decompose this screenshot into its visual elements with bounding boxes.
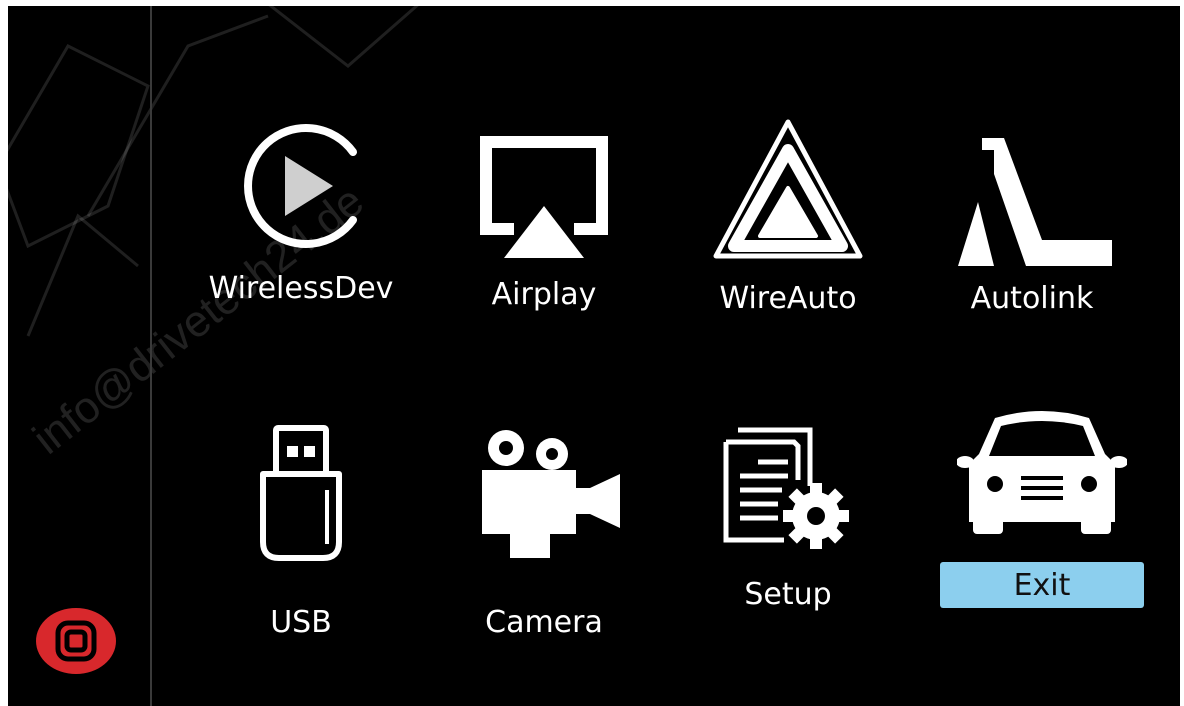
- document-gear-icon: [723, 427, 849, 549]
- video-camera-icon: [482, 430, 620, 558]
- app-label: Airplay: [491, 277, 597, 312]
- app-usb[interactable]: USB: [186, 424, 416, 638]
- app-launcher-screen: info@drivetech24.de WirelessDev Airplay …: [8, 6, 1180, 706]
- app-wirelessdev[interactable]: WirelessDev: [186, 116, 416, 304]
- app-wireauto[interactable]: WireAuto: [673, 116, 903, 314]
- home-icon: [55, 620, 97, 662]
- sidebar-divider: [150, 6, 152, 706]
- exit-button[interactable]: Exit: [940, 562, 1144, 608]
- android-auto-icon: [713, 119, 863, 259]
- app-camera[interactable]: Camera: [429, 424, 659, 638]
- app-airplay[interactable]: Airplay: [429, 134, 659, 310]
- app-label: USB: [270, 605, 332, 640]
- app-label: Autolink: [970, 281, 1094, 316]
- app-label: WirelessDev: [208, 271, 394, 306]
- app-setup[interactable]: Setup: [673, 420, 903, 610]
- play-circle-icon: [244, 124, 357, 248]
- home-button[interactable]: [36, 608, 116, 674]
- airplay-icon: [480, 136, 608, 258]
- app-exit[interactable]: Exit: [927, 406, 1157, 608]
- car-icon: [957, 411, 1127, 534]
- app-label: Camera: [485, 605, 603, 640]
- usb-icon: [260, 425, 342, 561]
- app-label: WireAuto: [719, 281, 857, 316]
- autolink-icon: [958, 138, 1112, 266]
- app-label: Setup: [744, 577, 832, 612]
- app-autolink[interactable]: Autolink: [917, 126, 1147, 314]
